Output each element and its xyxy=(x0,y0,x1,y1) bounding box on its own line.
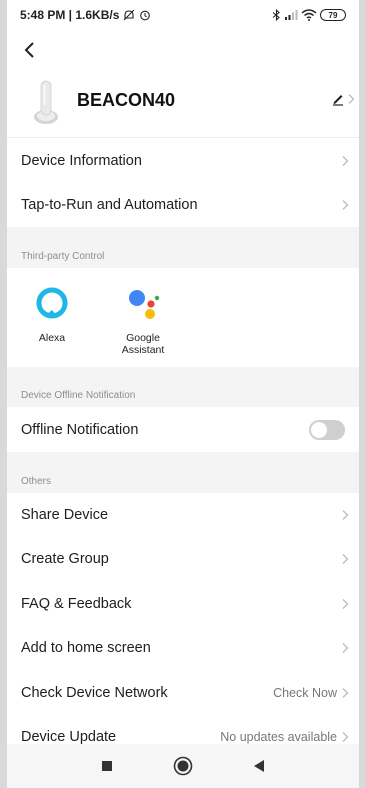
row-offline-notification: Offline Notification xyxy=(7,408,359,452)
google-assistant-button[interactable]: Google Assistant xyxy=(108,286,178,356)
device-name: BEACON40 xyxy=(77,90,176,110)
alexa-label: Alexa xyxy=(38,332,66,344)
chevron-right-icon xyxy=(341,687,349,699)
home-button[interactable] xyxy=(173,756,193,776)
alarm-icon xyxy=(140,10,151,21)
row-label: FAQ & Feedback xyxy=(21,596,132,612)
status-left: 5:48 PM | 1.6KB/s xyxy=(20,8,151,22)
chevron-right-icon xyxy=(341,642,349,654)
battery-indicator: 79 xyxy=(320,9,346,21)
chevron-right-icon xyxy=(341,598,349,610)
signal-icon xyxy=(285,10,298,20)
back-nav-button[interactable] xyxy=(253,759,265,773)
device-header: BEACON40 xyxy=(7,72,359,138)
row-add-to-home-screen[interactable]: Add to home screen xyxy=(7,626,359,670)
chevron-right-icon xyxy=(341,509,349,521)
row-check-device-network[interactable]: Check Device Network Check Now xyxy=(7,671,359,715)
wifi-icon xyxy=(301,9,317,21)
row-tap-to-run[interactable]: Tap-to-Run and Automation xyxy=(7,183,359,227)
alexa-icon xyxy=(36,287,68,319)
row-label: Share Device xyxy=(21,507,109,523)
mute-icon xyxy=(124,9,135,21)
offline-notification-toggle[interactable] xyxy=(309,420,345,440)
row-label: Device Information xyxy=(21,153,142,169)
chevron-left-icon xyxy=(24,42,34,58)
pencil-icon xyxy=(333,95,343,106)
row-label: Check Device Network xyxy=(21,685,168,701)
row-right: No updates available xyxy=(220,730,349,744)
status-right: 79 xyxy=(272,9,346,21)
row-label: Offline Notification xyxy=(21,422,139,438)
google-assistant-label: Google Assistant xyxy=(121,332,165,356)
recents-button[interactable] xyxy=(101,760,113,772)
section-title: Device Offline Notification xyxy=(21,390,136,401)
alexa-button[interactable]: Alexa xyxy=(17,286,87,344)
screen: 5:48 PM | 1.6KB/s 79 BEACON40 Device Inf… xyxy=(7,0,359,788)
row-faq-feedback[interactable]: FAQ & Feedback xyxy=(7,582,359,626)
status-bar: 5:48 PM | 1.6KB/s 79 xyxy=(7,0,359,30)
chevron-right-icon xyxy=(341,731,349,743)
section-title: Others xyxy=(21,476,52,487)
chevron-right-icon xyxy=(341,155,349,167)
back-button[interactable] xyxy=(23,38,47,62)
toggle-knob xyxy=(311,422,327,438)
section-others: Others xyxy=(7,452,359,493)
section-offline: Device Offline Notification xyxy=(7,367,359,407)
section-third-party: Third-party Control xyxy=(7,227,359,268)
bluetooth-icon xyxy=(272,9,280,21)
row-right: Check Now xyxy=(273,686,349,700)
chevron-right-icon xyxy=(341,553,349,565)
chevron-right-icon xyxy=(341,199,349,211)
status-time: 5:48 PM | 1.6KB/s xyxy=(20,8,120,22)
row-value: No updates available xyxy=(220,730,337,744)
row-value: Check Now xyxy=(273,686,337,700)
row-share-device[interactable]: Share Device xyxy=(7,493,359,537)
row-label: Add to home screen xyxy=(21,640,151,656)
device-image xyxy=(34,80,58,124)
row-create-group[interactable]: Create Group xyxy=(7,537,359,581)
chevron-right-icon xyxy=(348,94,355,104)
row-label: Device Update xyxy=(21,729,117,745)
row-label: Create Group xyxy=(21,551,109,567)
row-device-information[interactable]: Device Information xyxy=(7,139,359,183)
section-title: Third-party Control xyxy=(21,251,105,262)
google-assistant-icon xyxy=(129,290,160,319)
system-nav-bar xyxy=(7,744,359,788)
row-label: Tap-to-Run and Automation xyxy=(21,197,198,213)
edit-name-button[interactable] xyxy=(331,92,355,106)
